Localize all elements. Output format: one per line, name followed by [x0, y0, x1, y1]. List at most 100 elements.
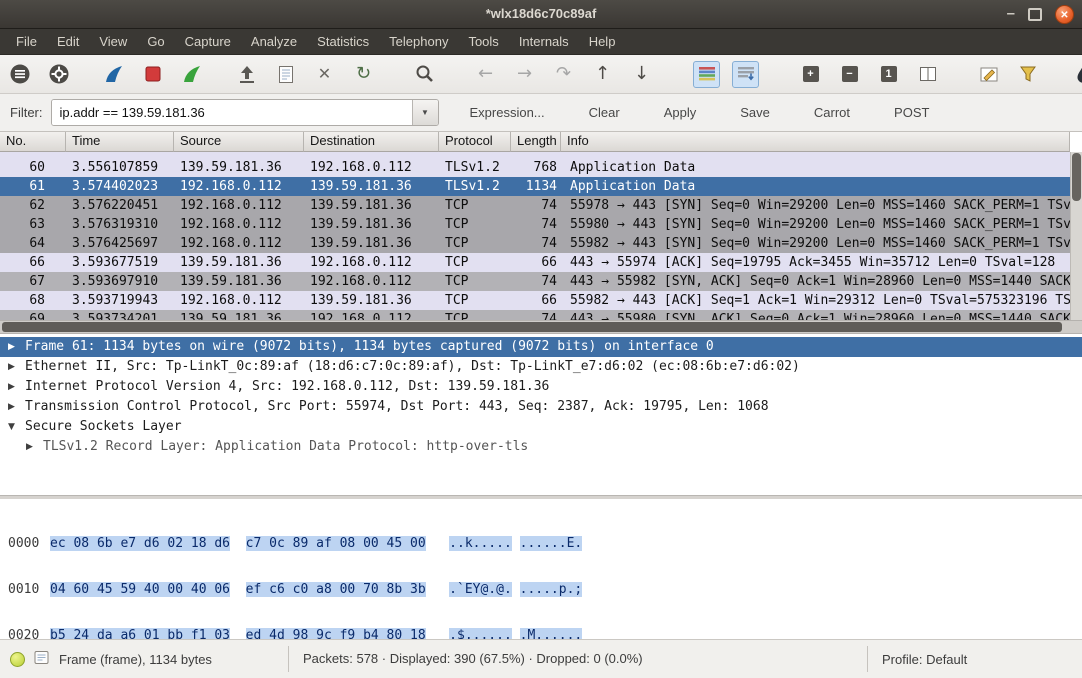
- detail-row-tcp[interactable]: ▶ Transmission Control Protocol, Src Por…: [0, 397, 1082, 417]
- filter-history-dropdown[interactable]: ▼: [412, 100, 438, 125]
- packet-row-67[interactable]: 67 3.593697910 139.59.181.36 192.168.0.1…: [0, 272, 1070, 291]
- col-header-time[interactable]: Time: [66, 132, 174, 152]
- packet-row-66[interactable]: 66 3.593677519 139.59.181.36 192.168.0.1…: [0, 253, 1070, 272]
- hex-row[interactable]: 0000ec 08 6b e7 d6 02 18 d6 c7 0c 89 af …: [8, 536, 1082, 552]
- packet-row-60[interactable]: 60 3.556107859 139.59.181.36 192.168.0.1…: [0, 158, 1070, 177]
- open-capture-icon[interactable]: [233, 61, 260, 88]
- hex-ascii[interactable]: .M......: [520, 628, 583, 639]
- packet-list-hscrollbar[interactable]: [0, 320, 1082, 334]
- col-header-info[interactable]: Info: [561, 132, 1070, 152]
- colorize-icon[interactable]: [693, 61, 720, 88]
- packet-list-vscrollbar[interactable]: [1070, 152, 1082, 320]
- hscrollbar-thumb[interactable]: [2, 322, 1062, 332]
- packet-row-69-partial[interactable]: 69 3.593734201 139.59.181.36 192.168.0.1…: [0, 310, 1070, 320]
- zoom-in-icon[interactable]: +: [797, 61, 824, 88]
- close-capture-icon[interactable]: ✕: [311, 61, 338, 88]
- col-header-protocol[interactable]: Protocol: [439, 132, 511, 152]
- auto-scroll-icon[interactable]: [732, 61, 759, 88]
- hex-bytes[interactable]: c7 0c 89 af 08 00 45 00: [246, 536, 426, 551]
- cell-protocol: TLSv1.2: [439, 158, 511, 177]
- minimize-button[interactable]: –: [1007, 9, 1015, 19]
- hex-bytes[interactable]: ef c6 c0 a8 00 70 8b 3b: [246, 582, 426, 597]
- packet-row-63[interactable]: 63 3.576319310 192.168.0.112 139.59.181.…: [0, 215, 1070, 234]
- expander-icon[interactable]: ▼: [8, 417, 18, 437]
- hex-ascii[interactable]: .$......: [449, 628, 512, 639]
- hex-bytes[interactable]: ed 4d 98 9c f9 b4 80 18: [246, 628, 426, 639]
- cell-info: Application Data: [561, 158, 1070, 177]
- go-back-icon[interactable]: ←: [472, 61, 499, 88]
- find-packet-icon[interactable]: [411, 61, 438, 88]
- menu-statistics[interactable]: Statistics: [307, 29, 379, 54]
- col-header-length[interactable]: Length: [511, 132, 561, 152]
- menu-analyze[interactable]: Analyze: [241, 29, 307, 54]
- close-button[interactable]: ✕: [1055, 5, 1074, 24]
- display-filter-icon[interactable]: [1014, 61, 1041, 88]
- apply-button[interactable]: Apply: [651, 101, 710, 124]
- hex-ascii[interactable]: ..k.....: [449, 536, 512, 551]
- coloring-rules-icon[interactable]: [1069, 61, 1082, 88]
- col-header-destination[interactable]: Destination: [304, 132, 439, 152]
- menu-capture[interactable]: Capture: [175, 29, 241, 54]
- packet-row-61-selected[interactable]: 61 3.574402023 192.168.0.112 139.59.181.…: [0, 177, 1070, 196]
- resize-columns-icon[interactable]: [914, 61, 941, 88]
- hex-row[interactable]: 0020b5 24 da a6 01 bb f1 03 ed 4d 98 9c …: [8, 628, 1082, 639]
- go-forward-icon[interactable]: →: [511, 61, 538, 88]
- capture-options-icon[interactable]: [45, 61, 72, 88]
- expression-button[interactable]: Expression...: [457, 101, 558, 124]
- stop-capture-icon[interactable]: [139, 61, 166, 88]
- status-profile[interactable]: Profile: Default: [868, 652, 1082, 667]
- expander-icon[interactable]: ▶: [8, 397, 18, 417]
- list-interfaces-icon[interactable]: [6, 61, 33, 88]
- reload-icon[interactable]: ↻: [350, 61, 377, 88]
- restart-capture-icon[interactable]: [178, 61, 205, 88]
- capture-filter-icon[interactable]: [975, 61, 1002, 88]
- maximize-button[interactable]: [1028, 8, 1042, 21]
- capture-comments-icon[interactable]: [34, 650, 50, 668]
- go-to-packet-icon[interactable]: ↷: [550, 61, 577, 88]
- clear-button[interactable]: Clear: [576, 101, 633, 124]
- expert-info-icon[interactable]: [10, 652, 25, 667]
- cell-protocol: TCP: [439, 196, 511, 215]
- filter-input[interactable]: [52, 100, 412, 125]
- packet-row-62[interactable]: 62 3.576220451 192.168.0.112 139.59.181.…: [0, 196, 1070, 215]
- hex-ascii[interactable]: ......E.: [520, 536, 583, 551]
- expander-icon[interactable]: ▶: [26, 437, 36, 457]
- packet-row-64[interactable]: 64 3.576425697 192.168.0.112 139.59.181.…: [0, 234, 1070, 253]
- hex-row[interactable]: 001004 60 45 59 40 00 40 06 ef c6 c0 a8 …: [8, 582, 1082, 598]
- zoom-100-icon[interactable]: 1: [875, 61, 902, 88]
- expander-icon[interactable]: ▶: [8, 357, 18, 377]
- go-last-icon[interactable]: ↓: [628, 61, 655, 88]
- expander-icon[interactable]: ▶: [8, 377, 18, 397]
- hex-ascii[interactable]: .....p.;: [520, 582, 583, 597]
- menu-telephony[interactable]: Telephony: [379, 29, 458, 54]
- menu-internals[interactable]: Internals: [509, 29, 579, 54]
- menu-edit[interactable]: Edit: [47, 29, 89, 54]
- cell-info: 55982 → 443 [ACK] Seq=1 Ack=1 Win=29312 …: [561, 291, 1070, 310]
- save-button[interactable]: Save: [727, 101, 783, 124]
- expander-icon[interactable]: ▶: [8, 337, 18, 357]
- detail-row-ethernet[interactable]: ▶ Ethernet II, Src: Tp-LinkT_0c:89:af (1…: [0, 357, 1082, 377]
- go-first-icon[interactable]: ↑: [589, 61, 616, 88]
- menu-tools[interactable]: Tools: [458, 29, 508, 54]
- col-header-no[interactable]: No.: [0, 132, 66, 152]
- vscrollbar-thumb[interactable]: [1072, 153, 1081, 201]
- save-capture-icon[interactable]: [272, 61, 299, 88]
- menu-help[interactable]: Help: [579, 29, 626, 54]
- zoom-out-icon[interactable]: −: [836, 61, 863, 88]
- menu-view[interactable]: View: [89, 29, 137, 54]
- col-header-source[interactable]: Source: [174, 132, 304, 152]
- menu-file[interactable]: File: [6, 29, 47, 54]
- menu-go[interactable]: Go: [137, 29, 174, 54]
- packet-row-68[interactable]: 68 3.593719943 192.168.0.112 139.59.181.…: [0, 291, 1070, 310]
- carrot-filter-button[interactable]: Carrot: [801, 101, 863, 124]
- detail-row-frame[interactable]: ▶ Frame 61: 1134 bytes on wire (9072 bit…: [0, 337, 1082, 357]
- hex-bytes[interactable]: b5 24 da a6 01 bb f1 03: [50, 628, 230, 639]
- detail-row-tls-record[interactable]: ▶ TLSv1.2 Record Layer: Application Data…: [0, 437, 1082, 457]
- hex-bytes[interactable]: 04 60 45 59 40 00 40 06: [50, 582, 230, 597]
- start-capture-icon[interactable]: [100, 61, 127, 88]
- post-filter-button[interactable]: POST: [881, 101, 942, 124]
- detail-row-ip[interactable]: ▶ Internet Protocol Version 4, Src: 192.…: [0, 377, 1082, 397]
- hex-bytes[interactable]: ec 08 6b e7 d6 02 18 d6: [50, 536, 230, 551]
- detail-row-ssl[interactable]: ▼ Secure Sockets Layer: [0, 417, 1082, 437]
- hex-ascii[interactable]: .`EY@.@.: [449, 582, 512, 597]
